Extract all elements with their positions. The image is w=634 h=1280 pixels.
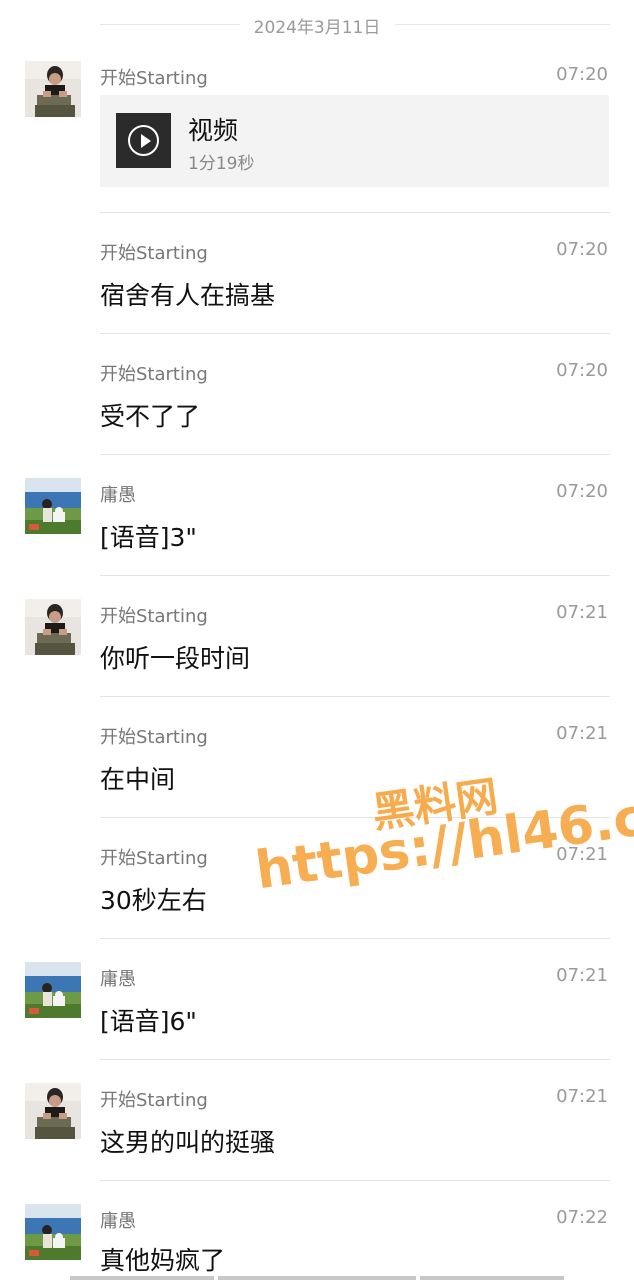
video-title: 视频 xyxy=(188,116,239,145)
message-time: 07:21 xyxy=(556,965,608,986)
message-time: 07:22 xyxy=(556,1207,608,1228)
sender-name: 开始Starting xyxy=(100,364,208,385)
video-duration: 1分19秒 xyxy=(188,154,255,174)
message-item: 庸愚 07:22 真他妈疯了 xyxy=(0,1181,634,1276)
message-item: 开始Starting 07:21 你听一段时间 xyxy=(0,576,634,696)
divider-line-right xyxy=(395,24,610,25)
play-icon xyxy=(128,125,159,156)
sender-avatar-starting[interactable] xyxy=(25,61,81,117)
message-text[interactable]: 你听一段时间 xyxy=(100,639,250,675)
sender-avatar-yongyu[interactable] xyxy=(25,962,81,1018)
message-time: 07:20 xyxy=(556,481,608,502)
sender-name: 庸愚 xyxy=(100,969,136,990)
message-text[interactable]: 宿舍有人在搞基 xyxy=(100,276,275,312)
message-time: 07:21 xyxy=(556,844,608,865)
date-label: 2024年3月11日 xyxy=(253,18,381,38)
message-item: 开始Starting 07:20 受不了了 xyxy=(0,334,634,454)
message-text[interactable]: 真他妈疯了 xyxy=(100,1241,225,1277)
message-item: 开始Starting 07:20 宿舍有人在搞基 xyxy=(0,213,634,333)
message-item: 开始Starting 07:21 30秒左右 xyxy=(0,818,634,938)
sender-avatar-yongyu[interactable] xyxy=(25,1204,81,1260)
sender-name: 开始Starting xyxy=(100,606,208,627)
date-divider: 2024年3月11日 xyxy=(0,0,634,48)
bottom-edge-bar xyxy=(0,1276,634,1280)
sender-name: 开始Starting xyxy=(100,1090,208,1111)
message-item: 开始Starting 07:21 这男的叫的挺骚 xyxy=(0,1060,634,1180)
video-thumbnail[interactable] xyxy=(116,113,171,168)
message-text[interactable]: 这男的叫的挺骚 xyxy=(100,1123,275,1159)
sender-avatar-starting[interactable] xyxy=(25,599,81,655)
message-time: 07:21 xyxy=(556,723,608,744)
sender-avatar-yongyu[interactable] xyxy=(25,478,81,534)
message-text[interactable]: 受不了了 xyxy=(100,397,200,433)
sender-avatar-starting[interactable] xyxy=(25,1083,81,1139)
voice-message[interactable]: [语音]6" xyxy=(100,1002,197,1038)
message-time: 07:21 xyxy=(556,602,608,623)
message-time: 07:20 xyxy=(556,239,608,260)
sender-name: 庸愚 xyxy=(100,485,136,506)
message-item: 开始Starting 07:20 视频 1分19秒 xyxy=(0,58,634,212)
sender-name: 开始Starting xyxy=(100,243,208,264)
message-item: 开始Starting 07:21 在中间 xyxy=(0,697,634,817)
sender-name: 开始Starting xyxy=(100,68,208,89)
sender-name: 庸愚 xyxy=(100,1211,136,1232)
message-time: 07:20 xyxy=(556,64,608,85)
sender-name: 开始Starting xyxy=(100,848,208,869)
message-text[interactable]: 在中间 xyxy=(100,760,175,796)
message-time: 07:21 xyxy=(556,1086,608,1107)
video-message-card[interactable]: 视频 1分19秒 xyxy=(100,95,609,187)
message-item: 庸愚 07:21 [语音]6" xyxy=(0,939,634,1059)
message-time: 07:20 xyxy=(556,360,608,381)
voice-message[interactable]: [语音]3" xyxy=(100,518,197,554)
message-text[interactable]: 30秒左右 xyxy=(100,881,207,917)
sender-name: 开始Starting xyxy=(100,727,208,748)
message-item: 庸愚 07:20 [语音]3" xyxy=(0,455,634,575)
